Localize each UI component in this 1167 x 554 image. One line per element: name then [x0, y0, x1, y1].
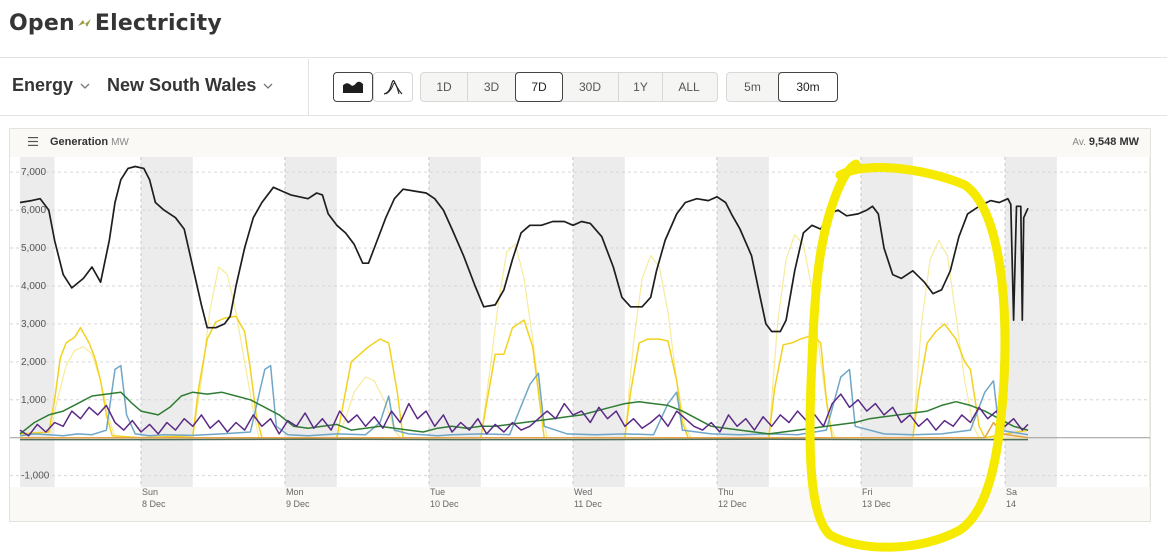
x-tick-day: Tue	[430, 487, 445, 497]
x-tick-date: 9 Dec	[286, 499, 310, 509]
y-tick-label: 7,000	[21, 167, 46, 178]
x-tick-date: 10 Dec	[430, 499, 459, 509]
generation-line-chart: 7,000 6,000 5,000 4,000 3,000 2,000 1,000 -1,00…	[10, 157, 1150, 552]
x-tick-date: 14	[1006, 499, 1016, 509]
x-tick-day: Fri	[862, 487, 873, 497]
y-tick-label: 4,000	[21, 281, 46, 292]
y-tick-label: -1,000	[21, 471, 50, 482]
x-tick-date: 8 Dec	[142, 499, 166, 509]
x-tick-date: 12 Dec	[718, 499, 747, 509]
y-tick-label: 5,000	[21, 243, 46, 254]
x-tick-day: Thu	[718, 487, 734, 497]
x-tick-day: Sa	[1006, 487, 1017, 497]
x-tick-day: Wed	[574, 487, 592, 497]
y-tick-label: 6,000	[21, 205, 46, 216]
x-tick-date: 11 Dec	[574, 499, 602, 509]
x-tick-date: 13 Dec	[862, 499, 891, 509]
y-tick-label: 1,000	[21, 395, 46, 406]
y-tick-label: 2,000	[21, 357, 46, 368]
y-tick-label: 3,000	[21, 319, 46, 330]
x-tick-day: Mon	[286, 487, 304, 497]
x-tick-day: Sun	[142, 487, 158, 497]
